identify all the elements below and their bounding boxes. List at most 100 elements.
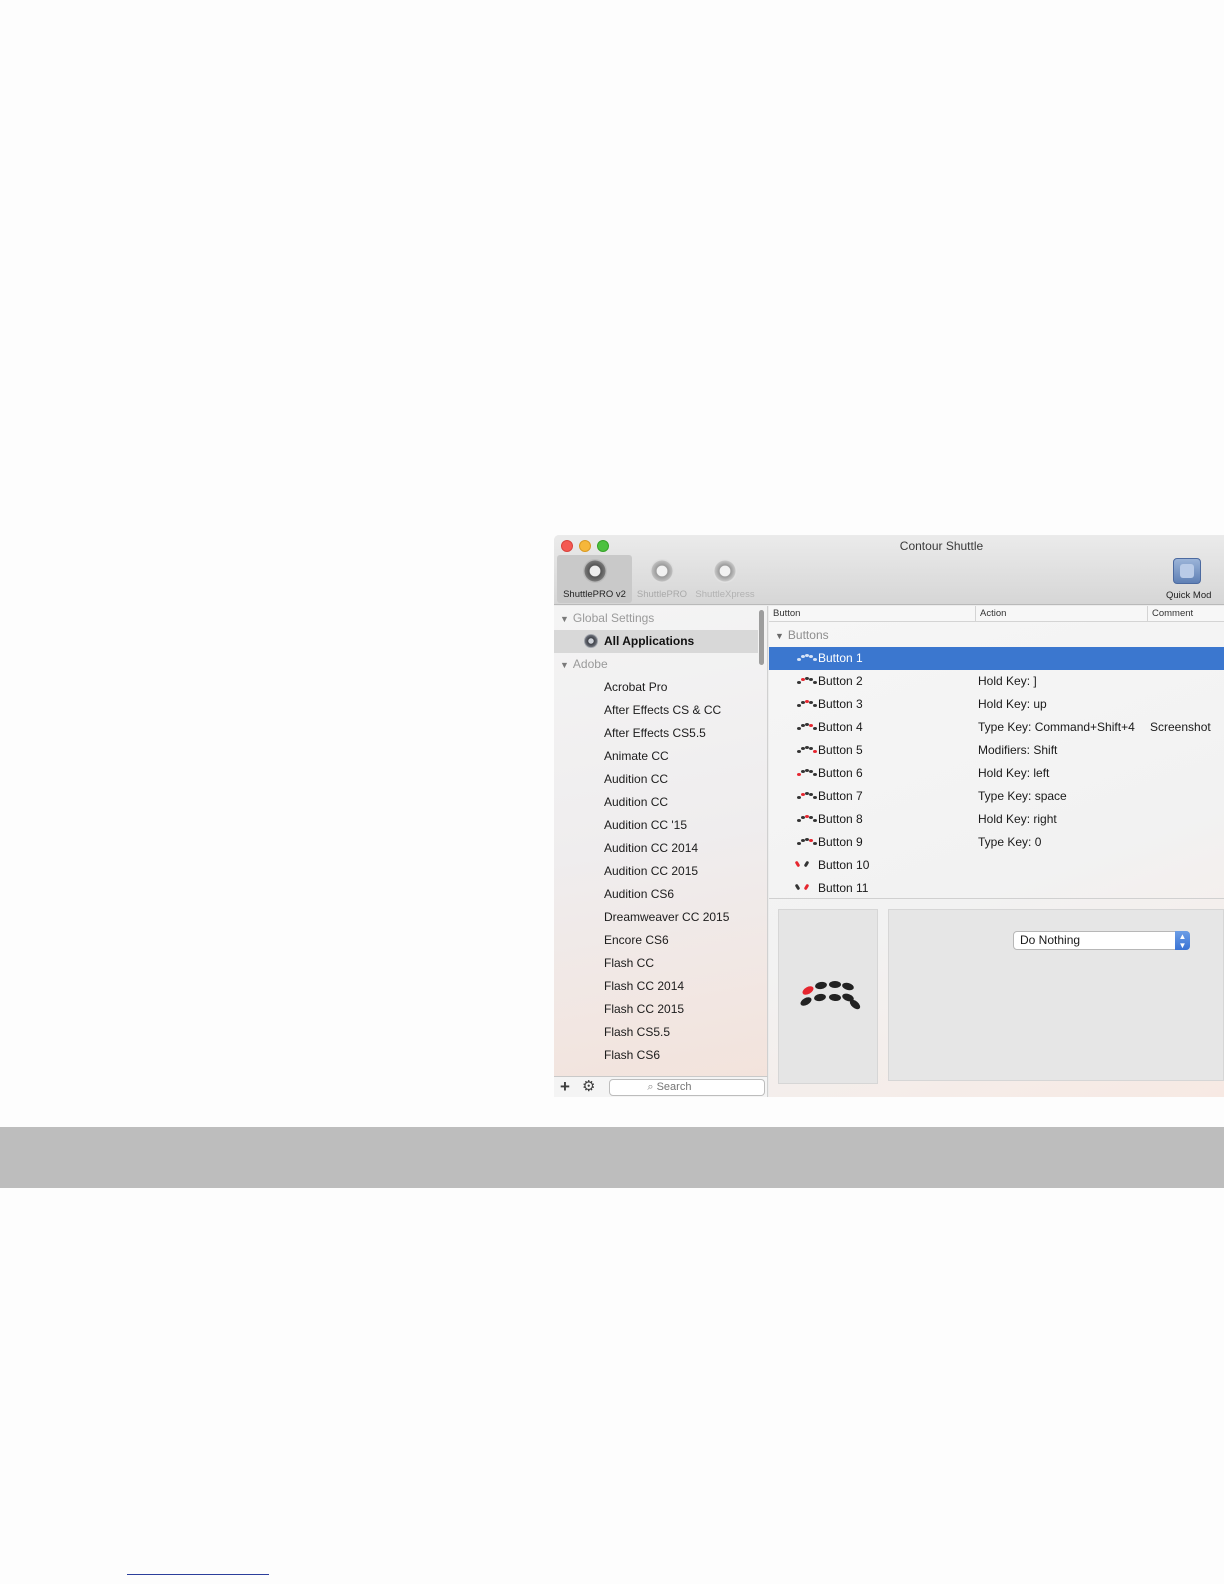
table-cell-button: Button 11 [818,881,869,895]
sidebar-item-app[interactable]: After Effects CS & CC [554,699,758,722]
table-row[interactable]: Button 6 Hold Key: left [769,762,1224,785]
table-cell-action: Hold Key: left [978,766,1050,780]
table-cell-comment: Screenshot [1150,720,1211,734]
column-header-action[interactable]: Action [980,608,1006,619]
device-button [814,981,828,990]
sidebar-item-app[interactable]: Flash CC [554,952,758,975]
toolbar-device-shuttlexpress[interactable]: ShuttleXpress [691,555,759,603]
sidebar-item-app[interactable]: Audition CC [554,768,758,791]
quick-mode-icon[interactable] [1173,558,1201,584]
table-row[interactable]: Button 8 Hold Key: right [769,808,1224,831]
toolbar-device-label: ShuttlePRO [636,589,688,600]
table-cell-button: Button 1 [818,651,863,665]
table-cell-action: Type Key: 0 [978,835,1042,849]
add-application-button[interactable]: + [560,1077,570,1097]
toolbar-device-shuttlepro[interactable]: ShuttlePRO [634,555,690,603]
table-row[interactable]: Button 9 Type Key: 0 [769,831,1224,854]
sidebar-item-app[interactable]: Encore CS6 [554,929,758,952]
shuttlepro-device-icon [650,559,674,583]
table-cell-action: Hold Key: right [978,812,1057,826]
shuttle-side-button-icon [794,860,816,870]
table-row[interactable]: Button 5 Modifiers: Shift [769,739,1224,762]
action-select[interactable]: Do Nothing ▲ ▼ [1013,931,1190,950]
sidebar-item-app[interactable]: Flash CS5.5 [554,1021,758,1044]
sidebar-item-app[interactable]: Flash CC 2015 [554,998,758,1021]
sidebar-bottom-bar: + ⚙ ⌕ [554,1076,768,1097]
shuttle-button-icon [797,745,817,755]
table-group-buttons[interactable]: ▼ Buttons [769,624,1224,647]
table-cell-button: Button 3 [818,697,863,711]
search-input[interactable] [656,1081,727,1093]
sidebar-scrollbar[interactable] [759,610,764,665]
sidebar-item-app[interactable]: Animate CC [554,745,758,768]
column-header-button[interactable]: Button [773,608,800,619]
sidebar-item-label: All Applications [604,634,695,648]
table-row[interactable]: Button 11 [769,877,1224,900]
quick-mode-label: Quick Mod [1166,590,1212,601]
shuttle-button-icon [797,837,817,847]
table-row[interactable]: Button 4 Type Key: Command+Shift+4 Screens… [769,716,1224,739]
toolbar-device-label: ShuttlePRO v2 [563,589,626,600]
sidebar-item-app[interactable]: Audition CC 2015 [554,860,758,883]
device-button-1-highlight [801,984,815,997]
table-cell-action: Type Key: space [978,789,1067,803]
table-row[interactable]: Button 10 [769,854,1224,877]
footnote-rule [127,1574,269,1575]
shuttle-button-icon [797,676,817,686]
detail-divider [769,898,1224,899]
table-cell-button: Button 4 [818,720,863,734]
toolbar-device-shuttlepro-v2[interactable]: ShuttlePRO v2 [557,555,632,603]
sidebar-group-label: Adobe [572,657,608,671]
action-editor-pane: Do Nothing ▲ ▼ [888,909,1224,1081]
table-row[interactable]: Button 7 Type Key: space [769,785,1224,808]
sidebar-item-app[interactable]: Flash CC 2014 [554,975,758,998]
button-settings-panel: Button Action Comment ▼ Buttons Button 1 B… [769,606,1224,1097]
sidebar-item-all-applications[interactable]: All Applications [554,630,758,653]
search-icon: ⌕ [647,1081,654,1093]
device-button [841,981,855,992]
shuttle-button-icon [797,768,817,778]
table-cell-button: Button 2 [818,674,863,688]
shuttlepro-v2-device-icon [582,559,607,583]
sidebar-item-app[interactable]: Acrobat Pro [554,676,758,699]
sidebar-item-app[interactable]: Audition CC 2014 [554,837,758,860]
sidebar-group-global-settings[interactable]: ▼ Global Settings [554,607,758,630]
column-divider [975,606,976,622]
table-row[interactable]: Button 1 [769,647,1224,670]
sidebar-group-label: Global Settings [572,611,655,625]
sidebar-item-app[interactable]: Audition CC '15 [554,814,758,837]
sidebar-group-adobe[interactable]: ▼ Adobe [554,653,758,676]
shuttle-side-button-icon [794,883,816,893]
shuttle-button-icon [797,653,817,663]
sidebar-item-app[interactable]: Flash CS6 [554,1044,758,1067]
toolbar-device-label: ShuttleXpress [695,589,755,600]
shuttle-button-icon [797,791,817,801]
table-cell-button: Button 9 [818,835,863,849]
table-cell-action: Hold Key: up [978,697,1047,711]
table-row[interactable]: Button 2 Hold Key: ] [769,670,1224,693]
table-cell-action: Modifiers: Shift [978,743,1058,757]
table-cell-button: Button 7 [818,789,863,803]
shuttle-button-icon [797,699,817,709]
column-header-comment[interactable]: Comment [1152,608,1193,619]
disclosure-triangle-icon[interactable]: ▼ [775,631,784,641]
footer-band [0,1127,1224,1188]
table-cell-button: Button 8 [818,812,863,826]
chevron-up-down-icon[interactable]: ▲ ▼ [1175,931,1190,950]
table-header: Button Action Comment [769,606,1224,622]
window-title: Contour Shuttle [899,539,984,553]
sidebar-item-app[interactable]: Audition CC [554,791,758,814]
gear-icon[interactable]: ⚙ [582,1078,595,1096]
disclosure-triangle-icon[interactable]: ▼ [560,660,569,670]
table-cell-button: Button 10 [818,858,870,872]
document-page: Contour Shuttle ShuttlePRO v2 ShuttlePRO… [0,0,1224,1584]
device-button-diagram [778,909,878,1084]
sidebar-item-app[interactable]: After Effects CS5.5 [554,722,758,745]
sidebar-item-app[interactable]: Dreamweaver CC 2015 [554,906,758,929]
search-field[interactable]: ⌕ [609,1079,765,1096]
disclosure-triangle-icon[interactable]: ▼ [560,614,569,624]
table-row[interactable]: Button 3 Hold Key: up [769,693,1224,716]
table-cell-button: Button 5 [818,743,863,757]
title-bar: Contour Shuttle ShuttlePRO v2 ShuttlePRO… [554,535,1224,605]
sidebar-item-app[interactable]: Audition CS6 [554,883,758,906]
